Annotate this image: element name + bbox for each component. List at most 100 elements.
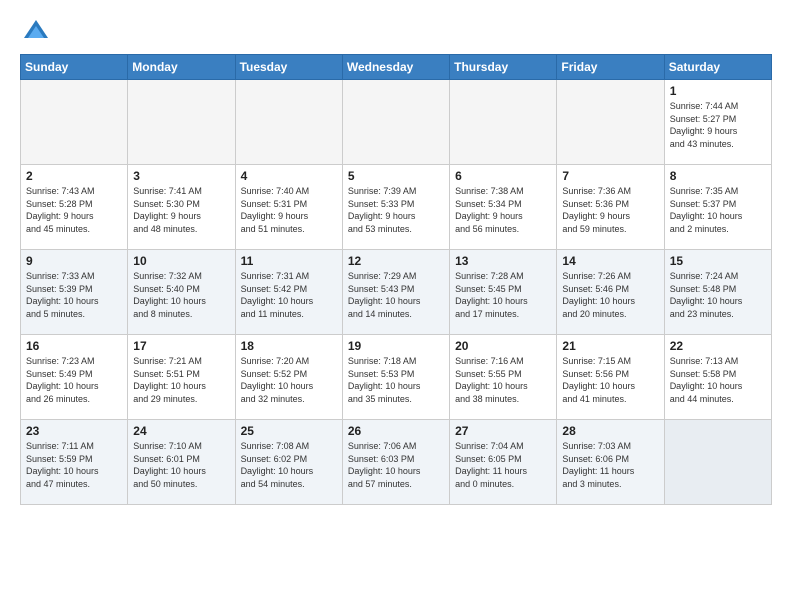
calendar-cell: 5 Sunrise: 7:39 AM Sunset: 5:33 PM Daylig… (342, 165, 449, 250)
day-number: 24 (133, 424, 229, 438)
calendar-cell: 3 Sunrise: 7:41 AM Sunset: 5:30 PM Daylig… (128, 165, 235, 250)
day-info: Sunrise: 7:35 AM Sunset: 5:37 PM Dayligh… (670, 185, 766, 235)
calendar-cell: 28 Sunrise: 7:03 AM Sunset: 6:06 PM Dayli… (557, 420, 664, 505)
day-number: 10 (133, 254, 229, 268)
week-row-4: 23 Sunrise: 7:11 AM Sunset: 5:59 PM Dayli… (21, 420, 772, 505)
day-info: Sunrise: 7:33 AM Sunset: 5:39 PM Dayligh… (26, 270, 122, 320)
day-number: 23 (26, 424, 122, 438)
day-info: Sunrise: 7:39 AM Sunset: 5:33 PM Dayligh… (348, 185, 444, 235)
calendar-cell: 18Sunrise: 7:20 AM Sunset: 5:52 PM Dayli… (235, 335, 342, 420)
day-info: Sunrise: 7:20 AM Sunset: 5:52 PM Dayligh… (241, 355, 337, 405)
calendar-cell: 25 Sunrise: 7:08 AM Sunset: 6:02 PM Dayli… (235, 420, 342, 505)
calendar-cell (235, 80, 342, 165)
day-number: 25 (241, 424, 337, 438)
day-info: Sunrise: 7:08 AM Sunset: 6:02 PM Dayligh… (241, 440, 337, 490)
week-row-3: 16 Sunrise: 7:23 AM Sunset: 5:49 PM Dayli… (21, 335, 772, 420)
calendar-cell: 19 Sunrise: 7:18 AM Sunset: 5:53 PM Dayli… (342, 335, 449, 420)
day-number: 13 (455, 254, 551, 268)
weekday-header-thursday: Thursday (450, 55, 557, 80)
calendar-cell (557, 80, 664, 165)
calendar-cell: 27 Sunrise: 7:04 AM Sunset: 6:05 PM Dayli… (450, 420, 557, 505)
calendar: SundayMondayTuesdayWednesdayThursdayFrid… (20, 54, 772, 505)
day-info: Sunrise: 7:16 AM Sunset: 5:55 PM Dayligh… (455, 355, 551, 405)
calendar-cell: 12 Sunrise: 7:29 AM Sunset: 5:43 PM Dayli… (342, 250, 449, 335)
weekday-header-saturday: Saturday (664, 55, 771, 80)
calendar-cell: 23 Sunrise: 7:11 AM Sunset: 5:59 PM Dayli… (21, 420, 128, 505)
day-info: Sunrise: 7:24 AM Sunset: 5:48 PM Dayligh… (670, 270, 766, 320)
day-info: Sunrise: 7:18 AM Sunset: 5:53 PM Dayligh… (348, 355, 444, 405)
day-number: 4 (241, 169, 337, 183)
day-info: Sunrise: 7:41 AM Sunset: 5:30 PM Dayligh… (133, 185, 229, 235)
day-number: 19 (348, 339, 444, 353)
day-info: Sunrise: 7:31 AM Sunset: 5:42 PM Dayligh… (241, 270, 337, 320)
day-number: 7 (562, 169, 658, 183)
day-info: Sunrise: 7:11 AM Sunset: 5:59 PM Dayligh… (26, 440, 122, 490)
calendar-cell: 24 Sunrise: 7:10 AM Sunset: 6:01 PM Dayli… (128, 420, 235, 505)
day-info: Sunrise: 7:04 AM Sunset: 6:05 PM Dayligh… (455, 440, 551, 490)
calendar-cell: 8Sunrise: 7:35 AM Sunset: 5:37 PM Daylig… (664, 165, 771, 250)
day-number: 3 (133, 169, 229, 183)
calendar-cell: 13 Sunrise: 7:28 AM Sunset: 5:45 PM Dayli… (450, 250, 557, 335)
calendar-cell: 16 Sunrise: 7:23 AM Sunset: 5:49 PM Dayli… (21, 335, 128, 420)
day-number: 12 (348, 254, 444, 268)
day-number: 2 (26, 169, 122, 183)
calendar-cell: 15Sunrise: 7:24 AM Sunset: 5:48 PM Dayli… (664, 250, 771, 335)
day-info: Sunrise: 7:15 AM Sunset: 5:56 PM Dayligh… (562, 355, 658, 405)
calendar-cell: 20 Sunrise: 7:16 AM Sunset: 5:55 PM Dayli… (450, 335, 557, 420)
day-info: Sunrise: 7:10 AM Sunset: 6:01 PM Dayligh… (133, 440, 229, 490)
calendar-cell: 14Sunrise: 7:26 AM Sunset: 5:46 PM Dayli… (557, 250, 664, 335)
week-row-2: 9Sunrise: 7:33 AM Sunset: 5:39 PM Daylig… (21, 250, 772, 335)
calendar-cell: 9Sunrise: 7:33 AM Sunset: 5:39 PM Daylig… (21, 250, 128, 335)
calendar-cell (21, 80, 128, 165)
calendar-cell (450, 80, 557, 165)
calendar-cell: 11 Sunrise: 7:31 AM Sunset: 5:42 PM Dayli… (235, 250, 342, 335)
day-number: 16 (26, 339, 122, 353)
day-info: Sunrise: 7:40 AM Sunset: 5:31 PM Dayligh… (241, 185, 337, 235)
weekday-header-monday: Monday (128, 55, 235, 80)
day-number: 6 (455, 169, 551, 183)
weekday-header-row: SundayMondayTuesdayWednesdayThursdayFrid… (21, 55, 772, 80)
calendar-cell: 4 Sunrise: 7:40 AM Sunset: 5:31 PM Daylig… (235, 165, 342, 250)
week-row-1: 2 Sunrise: 7:43 AM Sunset: 5:28 PM Daylig… (21, 165, 772, 250)
day-number: 28 (562, 424, 658, 438)
page: SundayMondayTuesdayWednesdayThursdayFrid… (0, 0, 792, 521)
header (20, 16, 772, 44)
calendar-cell: 10Sunrise: 7:32 AM Sunset: 5:40 PM Dayli… (128, 250, 235, 335)
calendar-cell: 22 Sunrise: 7:13 AM Sunset: 5:58 PM Dayli… (664, 335, 771, 420)
day-number: 1 (670, 84, 766, 98)
week-row-0: 1 Sunrise: 7:44 AM Sunset: 5:27 PM Daylig… (21, 80, 772, 165)
day-info: Sunrise: 7:21 AM Sunset: 5:51 PM Dayligh… (133, 355, 229, 405)
logo (20, 16, 50, 44)
weekday-header-wednesday: Wednesday (342, 55, 449, 80)
day-number: 11 (241, 254, 337, 268)
calendar-cell: 7Sunrise: 7:36 AM Sunset: 5:36 PM Daylig… (557, 165, 664, 250)
day-info: Sunrise: 7:44 AM Sunset: 5:27 PM Dayligh… (670, 100, 766, 150)
calendar-cell: 1 Sunrise: 7:44 AM Sunset: 5:27 PM Daylig… (664, 80, 771, 165)
day-info: Sunrise: 7:38 AM Sunset: 5:34 PM Dayligh… (455, 185, 551, 235)
day-info: Sunrise: 7:26 AM Sunset: 5:46 PM Dayligh… (562, 270, 658, 320)
calendar-cell: 17Sunrise: 7:21 AM Sunset: 5:51 PM Dayli… (128, 335, 235, 420)
day-info: Sunrise: 7:06 AM Sunset: 6:03 PM Dayligh… (348, 440, 444, 490)
calendar-cell: 6 Sunrise: 7:38 AM Sunset: 5:34 PM Daylig… (450, 165, 557, 250)
day-number: 22 (670, 339, 766, 353)
day-info: Sunrise: 7:28 AM Sunset: 5:45 PM Dayligh… (455, 270, 551, 320)
day-number: 26 (348, 424, 444, 438)
weekday-header-sunday: Sunday (21, 55, 128, 80)
calendar-cell (342, 80, 449, 165)
calendar-cell: 26 Sunrise: 7:06 AM Sunset: 6:03 PM Dayli… (342, 420, 449, 505)
day-info: Sunrise: 7:03 AM Sunset: 6:06 PM Dayligh… (562, 440, 658, 490)
day-number: 20 (455, 339, 551, 353)
day-number: 27 (455, 424, 551, 438)
weekday-header-friday: Friday (557, 55, 664, 80)
calendar-cell: 21 Sunrise: 7:15 AM Sunset: 5:56 PM Dayli… (557, 335, 664, 420)
day-number: 21 (562, 339, 658, 353)
logo-icon (22, 16, 50, 44)
day-info: Sunrise: 7:13 AM Sunset: 5:58 PM Dayligh… (670, 355, 766, 405)
day-info: Sunrise: 7:29 AM Sunset: 5:43 PM Dayligh… (348, 270, 444, 320)
calendar-cell (128, 80, 235, 165)
day-number: 5 (348, 169, 444, 183)
weekday-header-tuesday: Tuesday (235, 55, 342, 80)
day-info: Sunrise: 7:23 AM Sunset: 5:49 PM Dayligh… (26, 355, 122, 405)
day-info: Sunrise: 7:43 AM Sunset: 5:28 PM Dayligh… (26, 185, 122, 235)
calendar-cell: 2 Sunrise: 7:43 AM Sunset: 5:28 PM Daylig… (21, 165, 128, 250)
